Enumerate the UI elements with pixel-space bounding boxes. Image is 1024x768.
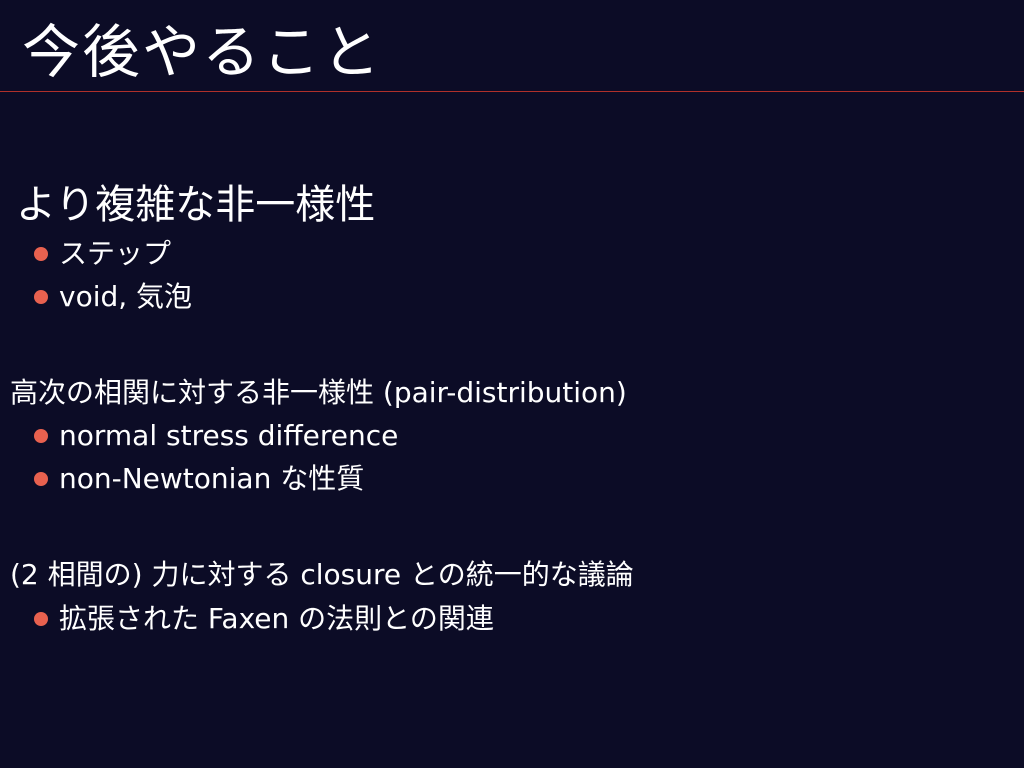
list-item: void, 気泡 [34,279,192,315]
list-item-label: void, 気泡 [59,280,193,313]
section-heading-closure: (2 相間の) 力に対する closure との統一的な議論 [10,558,634,591]
section-heading-complex-inhomogeneity: より複雑な非一様性 [16,182,376,228]
list-item-label: non-Newtonian な性質 [59,462,365,495]
list-item: ステップ [34,236,171,272]
list-item: 拡張された Faxen の法則との関連 [34,601,494,637]
bullet-icon [34,612,48,626]
bullet-icon [34,472,48,486]
list-item: normal stress difference [34,418,398,454]
bullet-icon [34,290,48,304]
slide: 今後やること より複雑な非一様性 ステップ void, 気泡 高次の相関に対する… [0,0,1024,768]
list-item-label: 拡張された Faxen の法則との関連 [59,602,494,635]
list-item-label: normal stress difference [59,419,399,452]
list-item: non-Newtonian な性質 [34,461,364,497]
title-divider [0,91,1024,92]
list-item-label: ステップ [59,237,172,270]
section-heading-higher-order-correlation: 高次の相関に対する非一様性 (pair-distribution) [10,376,627,409]
slide-title: 今後やること [22,18,383,86]
bullet-icon [34,247,48,261]
bullet-icon [34,429,48,443]
